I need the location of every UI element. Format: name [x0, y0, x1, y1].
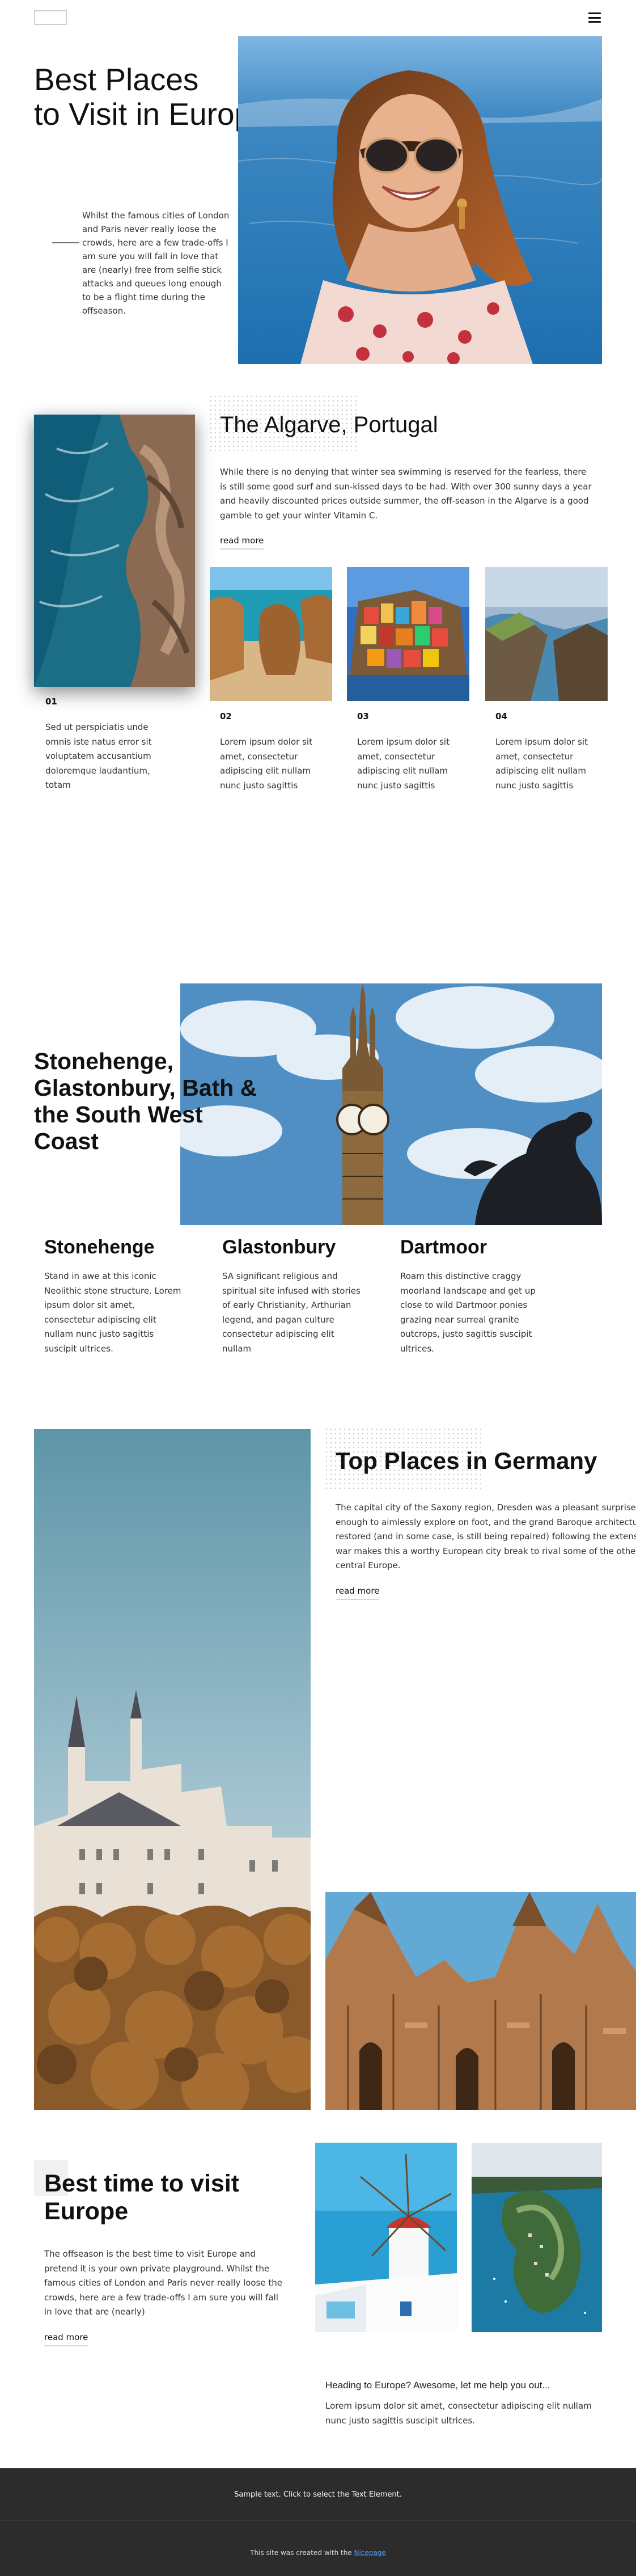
- glastonbury-heading: Glastonbury: [222, 1236, 336, 1258]
- germany-title: Top Places in Germany: [336, 1447, 597, 1474]
- germany-text-line1: The capital city of the Saxony region, D…: [336, 1502, 636, 1513]
- dartmoor-text: Roam this distinctive craggy moorland la…: [400, 1271, 536, 1354]
- algarve-item-4-text: Lorem ipsum dolor sit amet, consectetur …: [495, 737, 588, 791]
- menu-bar: [588, 16, 601, 19]
- germany-text-line3: restored (and in some case, is still bei…: [336, 1531, 636, 1542]
- algarve-thumb-2: [210, 567, 332, 701]
- neuschwanstein-castle-photo: [34, 1429, 311, 2110]
- footer: [0, 2468, 636, 2576]
- algarve-item-4-number: 04: [495, 711, 507, 721]
- hero-text: Whilst the famous cities of London and P…: [82, 210, 230, 316]
- hero-title-line2: to Visit in Europe: [34, 96, 269, 132]
- footer-divider: [0, 2520, 636, 2521]
- algarve-text: While there is no denying that winter se…: [220, 467, 592, 521]
- castle-image: [34, 1429, 311, 2110]
- footer-credit: This site was created with the Nicepage: [0, 2549, 636, 2557]
- dartmoor-heading: Dartmoor: [400, 1236, 487, 1258]
- algarve-item-3-number: 03: [357, 711, 369, 721]
- southwest-title-line4: Coast: [34, 1128, 99, 1155]
- algarve-item-2-text: Lorem ipsum dolor sit amet, consectetur …: [220, 737, 312, 791]
- nicepage-link[interactable]: Nicepage: [354, 2549, 386, 2557]
- hero-title: Best Places to Visit in Europe: [34, 62, 272, 131]
- logo[interactable]: [34, 10, 67, 25]
- best-time-question-text: Lorem ipsum dolor sit amet, consectetur …: [325, 2401, 592, 2426]
- island-image: [472, 2143, 602, 2332]
- stonehenge-text: Stand in awe at this iconic Neolithic st…: [44, 1271, 181, 1354]
- footer-sample-text: Sample text. Click to select the Text El…: [234, 2490, 402, 2499]
- hero-title-line1: Best Places: [34, 62, 199, 97]
- southwest-title-line2: Glastonbury, Bath &: [34, 1075, 257, 1101]
- southwest-title: Stonehenge, Glastonbury, Bath & the Sout…: [34, 1048, 261, 1155]
- southwest-title-line3: the South West: [34, 1101, 203, 1128]
- stonehenge-heading: Stonehenge: [44, 1236, 155, 1258]
- hero-divider: [52, 242, 79, 243]
- germany-text-line4: war makes this a worthy European city br…: [336, 1545, 636, 1556]
- menu-bar: [588, 21, 601, 23]
- best-time-title-line1: Best time to visit: [44, 2170, 240, 2197]
- algarve-read-more-link[interactable]: read more: [220, 535, 264, 550]
- colorful-village-image: [347, 567, 469, 701]
- southwest-title-line1: Stonehenge,: [34, 1048, 174, 1074]
- sea-cliffs-image: [485, 567, 608, 701]
- germany-text-line5: central Europe.: [336, 1560, 401, 1570]
- santorini-windmill-photo: [315, 2143, 457, 2332]
- hamburger-menu-icon[interactable]: [588, 12, 601, 23]
- footer-credit-prefix: This site was created with the: [250, 2549, 354, 2557]
- best-time-title: Best time to visit Europe: [44, 2170, 271, 2226]
- menu-bar: [588, 12, 601, 14]
- best-time-title-line2: Europe: [44, 2198, 129, 2226]
- algarve-coast-image: [34, 415, 195, 687]
- algarve-item-1-number: 01: [45, 696, 57, 707]
- beach-rocks-image: [210, 567, 332, 701]
- windmill-image: [315, 2143, 457, 2332]
- hero-photo-woman: [238, 36, 602, 364]
- algarve-thumb-3: [347, 567, 469, 701]
- algarve-item-1-text: Sed ut perspiciatis unde omnis iste natu…: [45, 722, 152, 790]
- germany-read-more-link[interactable]: read more: [336, 1586, 380, 1600]
- germany-text-line2: enough to aimlessly explore on foot, and…: [336, 1517, 636, 1527]
- algarve-item-2-number: 02: [220, 711, 232, 721]
- cologne-cathedral-photo: [325, 1892, 636, 2110]
- algarve-title: The Algarve, Portugal: [220, 412, 438, 437]
- best-time-text: The offseason is the best time to visit …: [44, 2249, 283, 2317]
- algarve-coast-photo: [34, 415, 195, 687]
- island-aerial-photo: [472, 2143, 602, 2332]
- glastonbury-text: SA significant religious and spiritual s…: [222, 1271, 361, 1354]
- best-time-read-more-link[interactable]: read more: [44, 2332, 88, 2346]
- algarve-thumb-4: [485, 567, 608, 701]
- hero-photo-image: [238, 36, 602, 364]
- germany-text: The capital city of the Saxony region, D…: [336, 1501, 636, 1573]
- algarve-item-3-text: Lorem ipsum dolor sit amet, consectetur …: [357, 737, 450, 791]
- cathedral-image: [325, 1892, 636, 2110]
- best-time-question: Heading to Europe? Awesome, let me help …: [325, 2380, 550, 2391]
